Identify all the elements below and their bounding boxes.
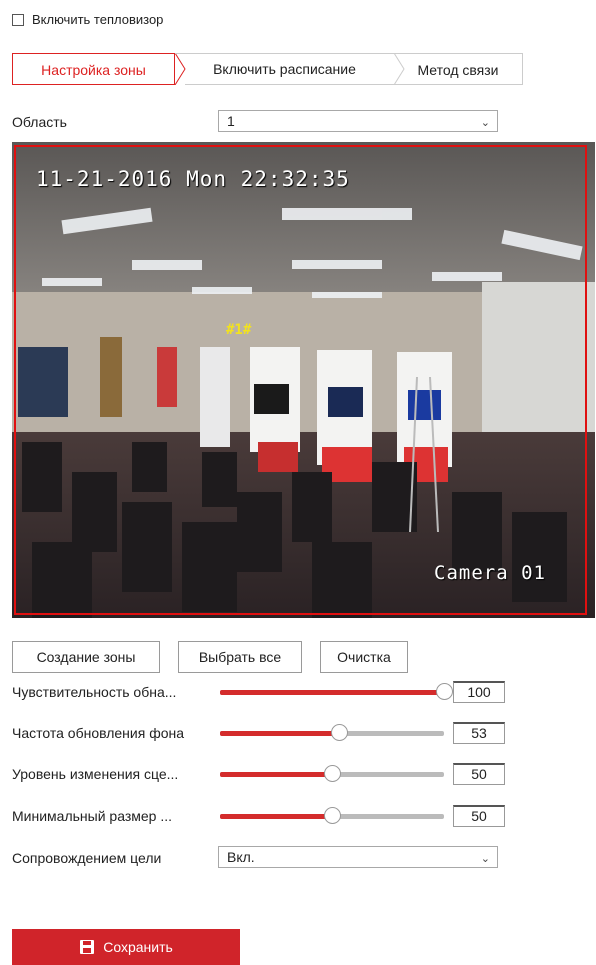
create-zone-button[interactable]: Создание зоны bbox=[12, 641, 160, 673]
floppy-disk-icon bbox=[80, 940, 95, 954]
slider-handle[interactable] bbox=[324, 765, 341, 782]
thermal-label: Включить тепловизор bbox=[32, 12, 164, 27]
tab-separators bbox=[174, 53, 405, 85]
scene-change-row: Уровень изменения сце... 50 bbox=[12, 763, 592, 785]
min-size-row: Минимальный размер ... 50 bbox=[12, 805, 592, 827]
sensitivity-label: Чувствительность обна... bbox=[12, 684, 177, 700]
background-update-value[interactable]: 53 bbox=[453, 722, 505, 744]
background-update-label: Частота обновления фона bbox=[12, 725, 185, 741]
tab-bar: Настройка зоны Включить расписание Метод… bbox=[12, 53, 523, 85]
min-size-value[interactable]: 50 bbox=[453, 805, 505, 827]
tracking-select-value: Вкл. bbox=[227, 849, 255, 865]
clear-button[interactable]: Очистка bbox=[320, 641, 408, 673]
background-update-row: Частота обновления фона 53 bbox=[12, 722, 592, 744]
tracking-label: Сопровождением цели bbox=[12, 850, 162, 866]
video-preview[interactable]: 11-21-2016 Mon 22:32:35 Camera 01 #1# bbox=[12, 142, 595, 618]
chevron-down-icon: ⌄ bbox=[480, 853, 490, 865]
scene-change-slider[interactable] bbox=[220, 765, 444, 782]
sensitivity-slider[interactable] bbox=[220, 683, 453, 700]
save-label: Сохранить bbox=[103, 939, 173, 955]
slider-handle[interactable] bbox=[436, 683, 453, 700]
slider-fill bbox=[220, 690, 444, 695]
slider-handle[interactable] bbox=[330, 724, 348, 741]
thermal-checkbox[interactable] bbox=[12, 13, 24, 26]
tracking-select[interactable]: Вкл. ⌄ bbox=[218, 846, 498, 868]
slider-fill bbox=[220, 814, 332, 819]
osd-timestamp: 11-21-2016 Mon 22:32:35 bbox=[36, 167, 350, 191]
sensitivity-row: Чувствительность обна... 100 bbox=[12, 681, 592, 703]
min-size-label: Минимальный размер ... bbox=[12, 808, 173, 824]
area-select[interactable]: 1 ⌄ bbox=[218, 110, 498, 132]
slider-handle[interactable] bbox=[324, 807, 341, 824]
area-label: Область bbox=[12, 114, 67, 130]
area-select-value: 1 bbox=[227, 113, 235, 129]
osd-camera-name: Camera 01 bbox=[434, 562, 546, 584]
thermal-toggle[interactable]: Включить тепловизор bbox=[12, 12, 163, 27]
select-all-button[interactable]: Выбрать все bbox=[178, 641, 302, 673]
scene-change-value[interactable]: 50 bbox=[453, 763, 505, 785]
background-update-slider[interactable] bbox=[220, 724, 444, 741]
save-button[interactable]: Сохранить bbox=[12, 929, 240, 965]
chevron-down-icon: ⌄ bbox=[480, 117, 490, 129]
detection-zone[interactable] bbox=[14, 145, 587, 615]
slider-fill bbox=[220, 772, 332, 777]
min-size-slider[interactable] bbox=[220, 807, 444, 824]
scene-change-label: Уровень изменения сце... bbox=[12, 766, 179, 782]
zone-label: #1# bbox=[226, 322, 252, 338]
sensitivity-value[interactable]: 100 bbox=[453, 681, 505, 703]
slider-fill bbox=[220, 731, 339, 736]
